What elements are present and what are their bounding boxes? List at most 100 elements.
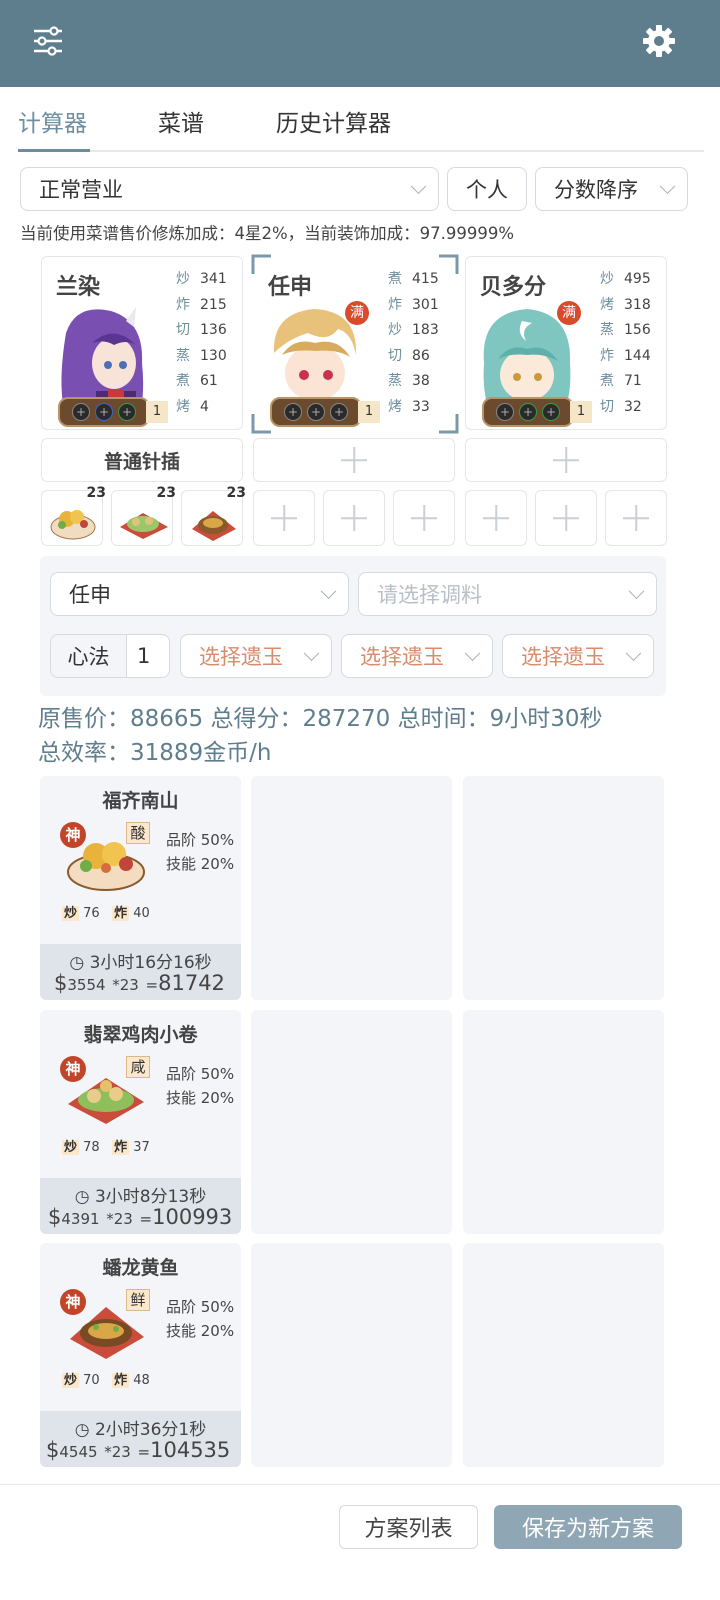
skill-value: 415 [412,271,439,287]
chef-select[interactable]: 任申 [50,572,349,616]
add-dish-button[interactable] [535,490,597,546]
empty-recipe-slot[interactable] [463,1010,664,1234]
skill-label: 烤 [600,296,614,313]
quality-bonus: 品阶 50% [166,1065,235,1083]
chef-name: 贝多分 [480,275,547,300]
chef-card[interactable]: 兰染 + + + 1 炒 341 炸 215 切 136 蒸 130 煮 61 烤4 [41,256,243,430]
skill-label: 切 [176,322,190,338]
scope-select[interactable]: 个人 [447,167,527,211]
empty-recipe-slot[interactable] [463,776,664,1000]
sliders-icon[interactable] [32,26,64,56]
slot-icon: + [496,403,514,421]
tab-recipes[interactable]: 菜谱 [158,104,204,138]
god-badge: 神 [60,822,86,848]
seasoning-placeholder: 请选择调料 [377,583,482,607]
add-dish-button[interactable] [323,490,385,546]
slot-icon: + [118,403,136,421]
add-dish-button[interactable] [253,490,315,546]
flavor-tag: 酸 [126,822,150,844]
clock-icon: ◷ [74,1187,95,1207]
tab-calculator[interactable]: 计算器 [18,104,87,138]
add-equipment-button[interactable] [465,438,667,482]
chef-card-selected[interactable]: 任申 满 + + + 1 煮 415 炸 301 炒 183 切 86 蒸 38 烤 33 [251,254,459,434]
skill-label: 烤 [388,398,402,415]
skill-slot-bar: + + + [482,397,574,427]
recipe-price: $3554 *23 =81742 [54,971,225,995]
skill-value: 4 [200,398,209,415]
add-equipment-button[interactable] [253,438,455,482]
jade-select[interactable]: 选择遗玉 [180,634,332,678]
recipe-card[interactable]: 翡翠鸡肉小卷 神 咸 品阶 50% 技能 20% 炒 78 炸 37 ◷ 3小时… [40,1010,241,1234]
empty-recipe-slot[interactable] [251,776,452,1000]
add-dish-button[interactable] [393,490,455,546]
chef-select-value: 任申 [69,583,111,607]
add-dish-button[interactable] [605,490,667,546]
skill-label: 炒 [62,1140,80,1155]
skill-value: 40 [133,906,150,921]
skill-label: 炸 [600,347,614,364]
add-dish-button[interactable] [465,490,527,546]
equipment-slot[interactable]: 普通针插 [41,438,243,482]
recipe-bonus: 品阶 50% 技能 20% [166,1295,234,1343]
mode-select[interactable]: 正常营业 [20,167,439,211]
skill-value: 78 [83,1140,100,1155]
jade-select[interactable]: 选择遗玉 [502,634,654,678]
empty-recipe-slot[interactable] [463,1243,664,1467]
seasoning-select[interactable]: 请选择调料 [358,572,657,616]
rank-badge: 1 [358,401,380,423]
plan-list-button[interactable]: 方案列表 [339,1505,478,1549]
skill-value: 156 [624,322,651,338]
recipe-footer: ◷ 2小时36分1秒 $4545 *23 =104535 [40,1411,241,1467]
jade-select[interactable]: 选择遗玉 [341,634,493,678]
mode-select-value: 正常营业 [39,178,123,202]
jade-placeholder: 选择遗玉 [199,645,283,669]
recipe-card[interactable]: 福齐南山 神 酸 品阶 50% 技能 20% 炒 76 炸 40 ◷ 3小时16… [40,776,241,1000]
dish-slot[interactable]: 23 [181,485,246,546]
skill-value: 37 [133,1140,150,1155]
skill-value: 61 [200,373,218,389]
quality-bonus: 品阶 50% [166,1298,235,1316]
empty-recipe-slot[interactable] [251,1010,452,1234]
skill-value: 183 [412,322,439,338]
xinfa-input[interactable]: 1 [127,644,150,668]
flavor-tag: 鲜 [126,1289,150,1311]
dish-slot[interactable]: 23 [41,485,106,546]
chevron-down-icon [303,645,320,662]
god-badge: 神 [60,1289,86,1315]
slot-icon: + [284,403,302,421]
chef-name: 任申 [268,275,313,300]
config-panel: 任申 请选择调料 心法 1 选择遗玉 选择遗玉 选择遗玉 [40,556,666,696]
dish-slot[interactable]: 23 [111,485,176,546]
skill-bonus: 技能 20% [166,1089,235,1107]
dish-count: 23 [226,485,246,501]
empty-recipe-slot[interactable] [251,1243,452,1467]
recipe-price: $4545 *23 =104535 [46,1438,230,1462]
full-badge: 满 [345,301,369,325]
flavor-tag: 咸 [126,1056,150,1078]
chevron-down-icon [628,583,645,600]
chef-card[interactable]: 贝多分 满 + + + 1 炒 495 烤 318 蒸 156 炸 144 煮 71 切3… [465,256,667,430]
skill-label: 烤 [176,398,190,415]
skill-label: 蒸 [388,373,402,389]
full-badge: 满 [557,301,581,325]
skill-value: 48 [133,1373,150,1388]
skill-label: 切 [388,347,402,364]
slot-icon: + [330,403,348,421]
god-badge: 神 [60,1056,86,1082]
skill-value: 71 [624,373,642,389]
recipe-skills: 炒 70 炸 48 [62,1369,150,1388]
tab-history[interactable]: 历史计算器 [276,104,391,138]
sort-select-value: 分数降序 [554,178,638,202]
total-price: 81742 [158,971,225,995]
summary-line: 原售价：88665 总得分：287270 总时间：9小时30秒 [38,706,603,732]
chef-skills: 炒 495 烤 318 蒸 156 炸 144 煮 71 切 32 [600,267,656,420]
slot-icon: + [72,403,90,421]
multiplier: *23 [106,1210,133,1228]
recipe-card[interactable]: 蟠龙黄鱼 神 鲜 品阶 50% 技能 20% 炒 70 炸 48 ◷ 2小时36… [40,1243,241,1467]
sort-select[interactable]: 分数降序 [535,167,688,211]
skill-label: 炒 [388,322,402,338]
save-new-plan-button[interactable]: 保存为新方案 [494,1505,682,1549]
xinfa-field[interactable]: 心法 1 [50,634,170,678]
tab-bar: 计算器 菜谱 历史计算器 [0,96,720,156]
gear-icon[interactable] [642,24,676,58]
